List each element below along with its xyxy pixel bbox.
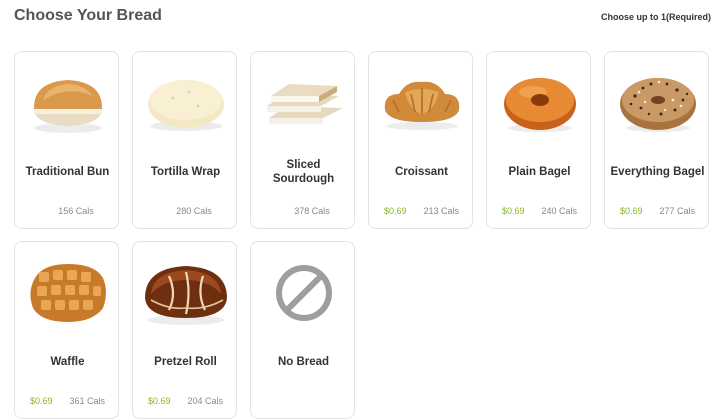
option-meta: $0.69 277 Cals (605, 206, 710, 216)
option-calories: 204 Cals (187, 396, 224, 406)
option-price: $0.69 (147, 396, 171, 406)
plain-bagel-image (487, 64, 592, 142)
option-name: Everything Bagel (610, 166, 705, 178)
section-title: Choose Your Bread (14, 7, 162, 24)
option-name: Traditional Bun (25, 166, 110, 178)
selection-requirement: Choose up to 1(Required) (601, 12, 711, 22)
option-name: Croissant (394, 166, 449, 178)
option-meta: $0.69 204 Cals (133, 396, 238, 406)
croissant-image (369, 64, 474, 142)
option-calories: 361 Cals (69, 396, 106, 406)
option-calories: 240 Cals (541, 206, 578, 216)
no-symbol-icon (251, 254, 356, 332)
option-name: Plain Bagel (508, 166, 571, 178)
option-meta: 280 Cals (133, 206, 238, 216)
option-meta: $0.69 240 Cals (487, 206, 592, 216)
pretzel-roll-image (133, 254, 238, 332)
tortilla-image (133, 64, 238, 142)
option-everything-bagel[interactable]: Everything Bagel $0.69 277 Cals (604, 51, 709, 229)
option-calories: 156 Cals (58, 206, 94, 216)
waffle-image (15, 254, 120, 332)
option-name: Tortilla Wrap (150, 166, 221, 178)
option-calories: 277 Cals (659, 206, 696, 216)
option-traditional-bun[interactable]: Traditional Bun 156 Cals (14, 51, 119, 229)
bun-image (15, 64, 120, 142)
option-sliced-sourdough[interactable]: Sliced Sourdough 378 Cals (250, 51, 355, 229)
option-name: Pretzel Roll (154, 356, 217, 368)
option-calories: 280 Cals (176, 206, 212, 216)
option-waffle[interactable]: Waffle $0.69 361 Cals (14, 241, 119, 419)
everything-bagel-image (605, 64, 710, 142)
sourdough-image (251, 64, 356, 142)
option-tortilla-wrap[interactable]: Tortilla Wrap 280 Cals (132, 51, 237, 229)
option-meta: 378 Cals (251, 206, 356, 216)
option-meta: $0.69 213 Cals (369, 206, 474, 216)
option-name: Waffle (50, 356, 85, 368)
option-meta: $0.69 361 Cals (15, 396, 120, 406)
section-header: Choose Your Bread Choose up to 1(Require… (0, 0, 724, 36)
option-croissant[interactable]: Croissant $0.69 213 Cals (368, 51, 473, 229)
option-pretzel-roll[interactable]: Pretzel Roll $0.69 204 Cals (132, 241, 237, 419)
option-no-bread[interactable]: No Bread (250, 241, 355, 419)
option-calories: 378 Cals (294, 206, 330, 216)
option-price: $0.69 (501, 206, 525, 216)
option-price: $0.69 (619, 206, 643, 216)
option-plain-bagel[interactable]: Plain Bagel $0.69 240 Cals (486, 51, 591, 229)
option-calories: 213 Cals (423, 206, 460, 216)
option-meta: 156 Cals (15, 206, 120, 216)
option-name: Sliced Sourdough (272, 159, 335, 185)
option-price: $0.69 (29, 396, 53, 406)
option-price: $0.69 (383, 206, 407, 216)
option-name: No Bread (277, 356, 330, 368)
